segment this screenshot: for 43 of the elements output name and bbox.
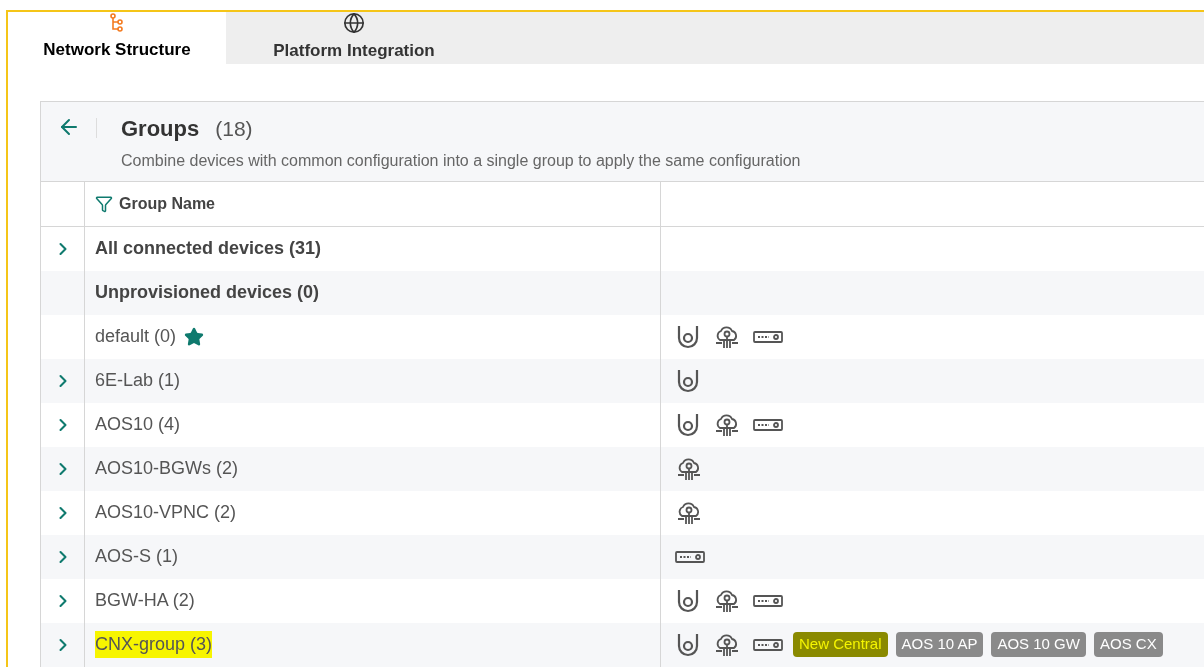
table-row[interactable]: AOS10-BGWs (2) <box>41 446 1204 491</box>
switch-icon <box>753 417 783 432</box>
access-point-icon <box>675 367 701 394</box>
tag: AOS CX <box>1093 632 1163 657</box>
switch-icon <box>753 329 783 344</box>
filter-icon[interactable] <box>95 194 113 213</box>
table-row[interactable]: Unprovisioned devices (0) <box>41 270 1204 315</box>
group-name: AOS-S (1) <box>95 545 178 568</box>
panel-title: Groups <box>121 114 200 143</box>
group-name: AOS10-VPNC (2) <box>95 501 237 524</box>
access-point-icon <box>675 587 701 614</box>
group-count: (18) <box>215 115 253 142</box>
cloud-network-icon <box>675 455 703 482</box>
globe-icon <box>343 12 365 34</box>
tag: AOS 10 GW <box>991 632 1086 657</box>
switch-icon <box>675 549 705 564</box>
table-row[interactable]: AOS-S (1) <box>41 534 1204 579</box>
cloud-network-icon <box>713 411 741 438</box>
column-header: Group Name <box>119 193 215 214</box>
cloud-network-icon <box>713 631 741 658</box>
group-name: AOS10-BGWs (2) <box>95 457 239 480</box>
panel-description: Combine devices with common configuration into a single group to apply the same configuration <box>121 150 801 171</box>
tag: New Central <box>793 632 888 657</box>
tree-icon <box>109 13 125 33</box>
switch-icon <box>753 593 783 608</box>
group-name: default (0) <box>95 325 177 348</box>
access-point-icon <box>675 631 701 658</box>
cloud-network-icon <box>713 587 741 614</box>
cloud-network-icon <box>675 499 703 526</box>
table-row[interactable]: 6E-Lab (1) <box>41 358 1204 403</box>
switch-icon <box>753 637 783 652</box>
group-name: Unprovisioned devices (0) <box>95 281 320 304</box>
table-row[interactable]: CNX-group (3) New Central AOS 10 AP AOS 10 GW AOS CX <box>41 622 1204 667</box>
group-name: All connected devices (31) <box>95 237 322 260</box>
group-name: CNX-group (3) <box>95 631 213 658</box>
access-point-icon <box>675 411 701 438</box>
tag: AOS 10 AP <box>895 632 984 657</box>
cloud-network-icon <box>713 323 741 350</box>
access-point-icon <box>675 323 701 350</box>
group-name: 6E-Lab (1) <box>95 369 181 392</box>
group-name: AOS10 (4) <box>95 413 181 436</box>
group-name: BGW-HA (2) <box>95 589 195 612</box>
tab[interactable]: Platform Integration <box>226 12 482 64</box>
